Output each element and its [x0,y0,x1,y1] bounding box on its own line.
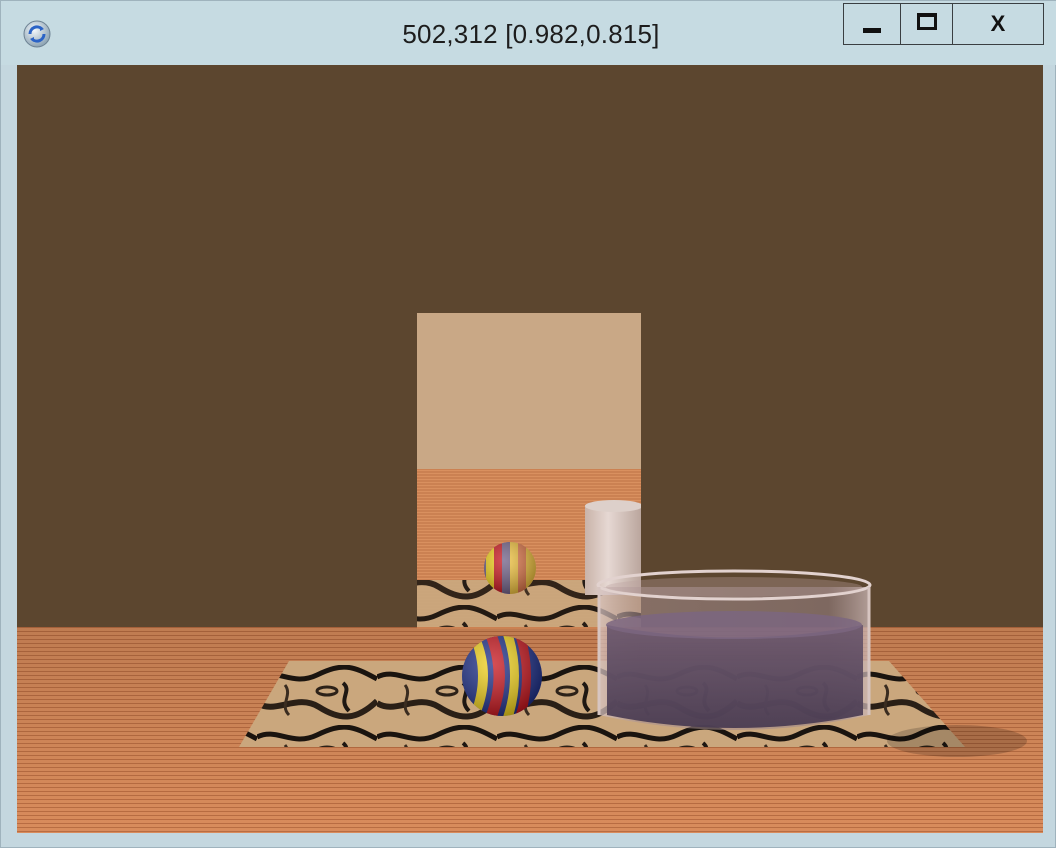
close-icon: X [990,11,1006,36]
minimize-icon [863,27,881,33]
window-controls: X [843,3,1044,45]
refresh-icon[interactable] [22,19,52,49]
rendered-scene [17,65,1043,833]
close-button[interactable]: X [952,4,1043,44]
window-title: 502,312 [0.982,0.815] [402,19,660,49]
render-viewport[interactable] [17,65,1043,833]
maximize-icon [916,12,937,30]
glass-bowl [596,569,872,730]
maximize-button[interactable] [900,4,952,44]
minimize-button[interactable] [844,4,900,44]
title-bar[interactable]: 502,312 [0.982,0.815] X [1,1,1056,65]
app-window: 502,312 [0.982,0.815] X [0,0,1056,848]
mirror [417,313,641,629]
